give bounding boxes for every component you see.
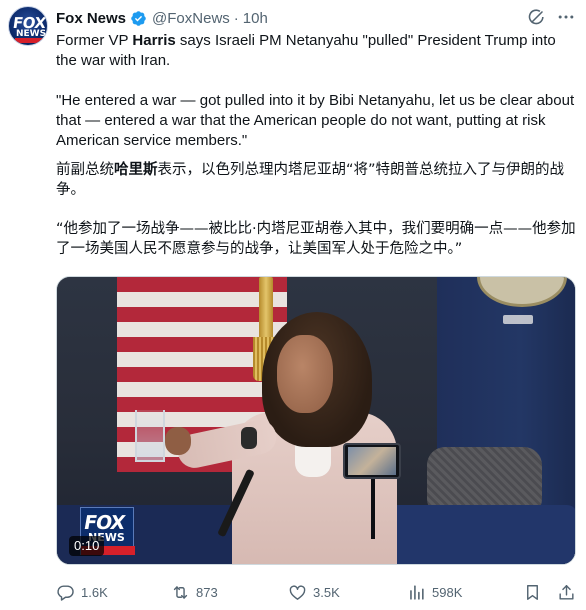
post-time[interactable]: 10h [243, 10, 268, 27]
repost-button[interactable]: 873 [171, 582, 218, 602]
zh-bold-name: 哈里斯 [114, 162, 158, 178]
post-text-quote-en: "He entered a war — got pulled into it b… [56, 92, 575, 149]
author-handle[interactable]: @FoxNews [152, 10, 230, 27]
more-options-icon[interactable] [556, 7, 576, 27]
repost-icon [173, 585, 188, 599]
tweet[interactable]: FOX NEWS Fox News @FoxNews · 10h Former … [0, 0, 586, 610]
share-icon [559, 584, 574, 600]
video-watermark [503, 315, 533, 324]
heart-icon [289, 584, 306, 600]
verified-badge-icon [131, 10, 146, 26]
separator-dot: · [233, 9, 239, 27]
like-count: 3.5K [313, 584, 340, 600]
reply-count: 1.6K [81, 584, 108, 600]
like-button[interactable]: 3.5K [288, 582, 340, 602]
post-text-zh-summary: 前副总统哈里斯表示，以色列总理内塔尼亚胡“将”特朗普总统拉入了与伊朗的战争。 [56, 160, 576, 200]
video-duration: 0:10 [69, 536, 105, 556]
action-bar: 1.6K 873 3.5K 598K [56, 582, 578, 602]
views-chart-icon [410, 584, 424, 600]
zh-prefix: 前副总统 [56, 162, 114, 178]
repost-count: 873 [196, 584, 218, 600]
reply-icon [57, 584, 74, 601]
video-water-glass [135, 410, 165, 462]
post-text-headline: Former VP Harris says Israeli PM Netanya… [56, 31, 576, 71]
views-button[interactable]: 598K [407, 582, 462, 602]
bookmark-icon [527, 584, 538, 600]
author-name[interactable]: Fox News [56, 10, 126, 27]
video-phone-stand [371, 479, 375, 539]
tweet-header: Fox News @FoxNews · 10h [56, 8, 268, 28]
video-speaker-face [277, 335, 333, 413]
video-speaker-hand [165, 427, 191, 455]
video-player[interactable]: FOX NEWS 0:10 [56, 276, 576, 565]
headline-bold-name: Harris [132, 32, 176, 49]
avatar[interactable]: FOX NEWS [8, 6, 48, 46]
bookmark-button[interactable] [523, 582, 542, 602]
headline-prefix: Former VP [56, 32, 133, 49]
avatar-channel-bar [15, 38, 43, 43]
views-count: 598K [432, 584, 463, 600]
video-phone-screen [348, 447, 396, 475]
share-button[interactable] [557, 582, 576, 602]
reply-button[interactable]: 1.6K [56, 582, 108, 602]
grok-icon[interactable] [527, 7, 547, 27]
video-microphone-head [241, 427, 257, 449]
post-text-quote-zh: “他参加了一场战争——被比比·内塔尼亚胡卷入其中，我们要明确一点——他参加了一场… [56, 221, 576, 257]
